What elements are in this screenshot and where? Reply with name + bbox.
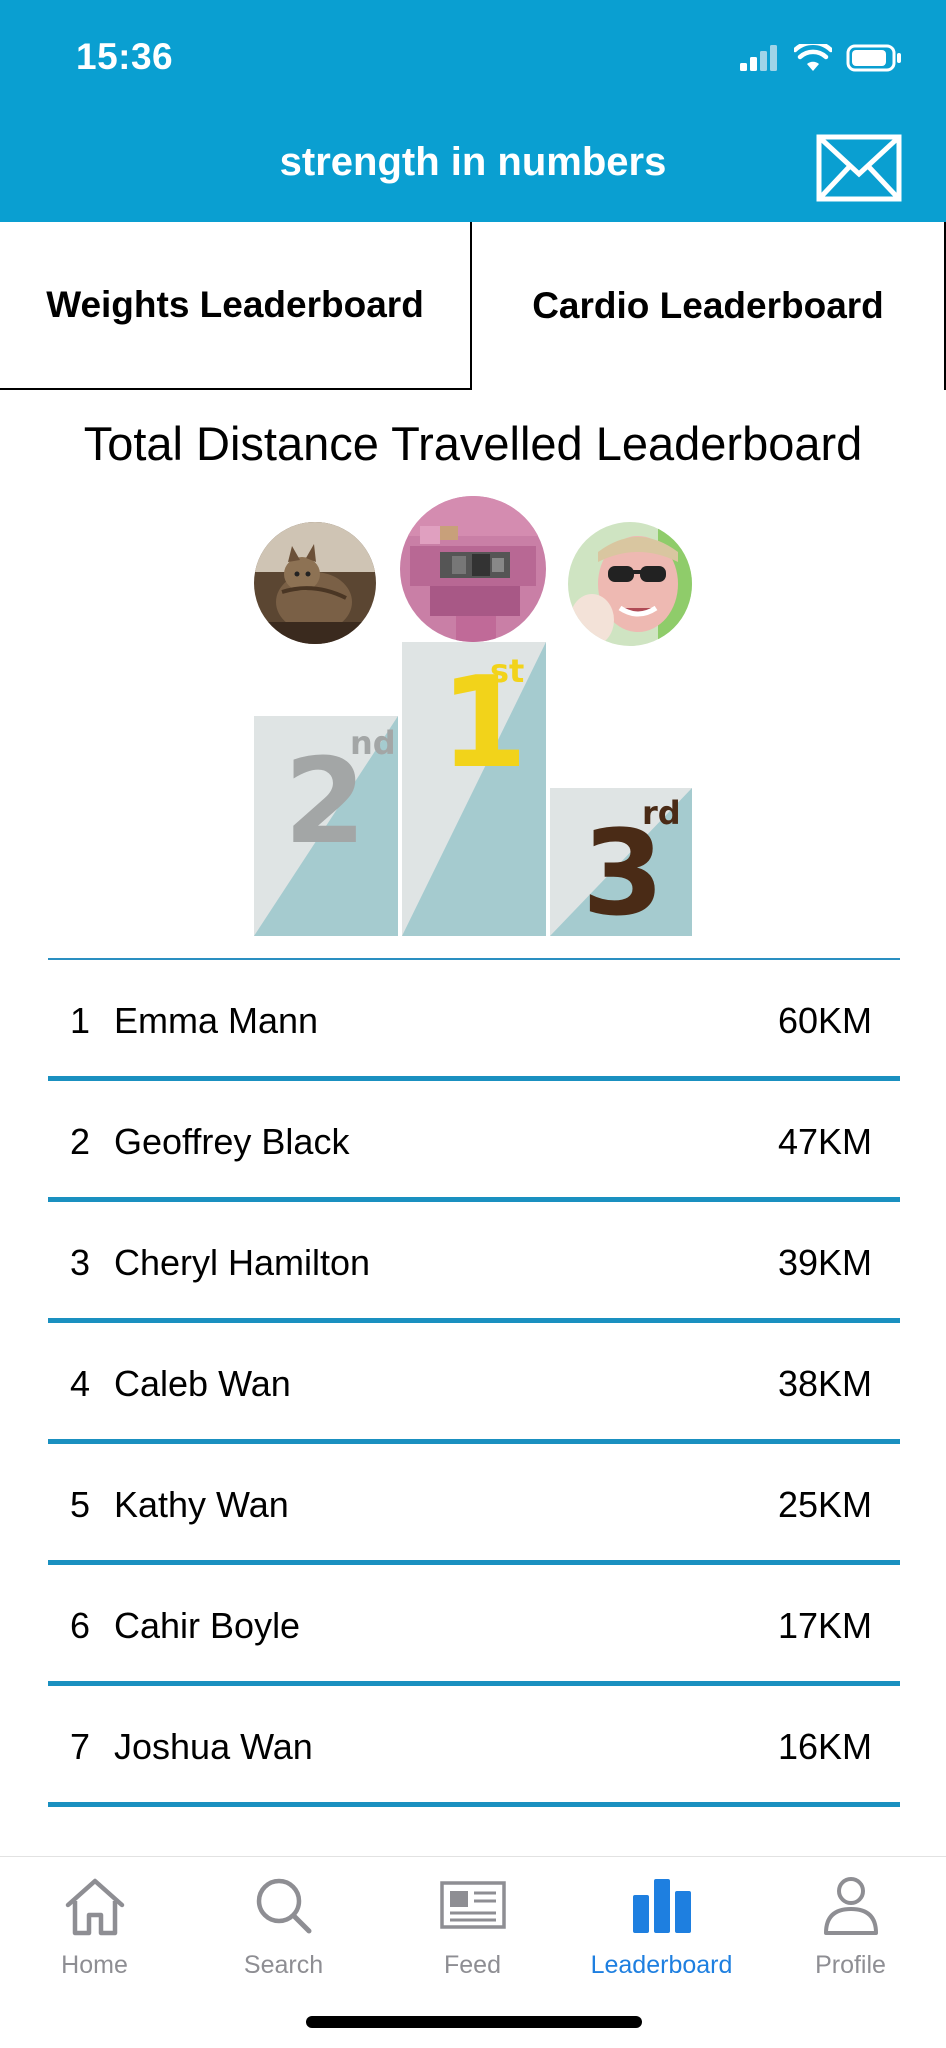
row-rank: 7 (70, 1726, 91, 1767)
leaderboard-row[interactable]: 3 Cheryl Hamilton 39KM (48, 1202, 900, 1323)
leaderboard-row[interactable]: 1 Emma Mann 60KM (48, 960, 900, 1081)
status-time: 15:36 (76, 36, 174, 77)
bar-chart-icon (632, 1879, 691, 1933)
wifi-icon (794, 44, 832, 71)
tab-weights-leaderboard[interactable]: Weights Leaderboard (0, 222, 472, 390)
row-name: Caleb Wan (114, 1363, 291, 1404)
podium-graphic: 2 nd 1 st 3 rd (254, 642, 692, 936)
nav-leaderboard[interactable]: Leaderboard (567, 1857, 756, 1997)
leaderboard-row[interactable]: 2 Geoffrey Black 47KM (48, 1081, 900, 1202)
row-name: Kathy Wan (114, 1484, 289, 1525)
nav-feed[interactable]: Feed (378, 1857, 567, 1997)
row-rank: 5 (70, 1484, 91, 1525)
leaderboard-row[interactable]: 5 Kathy Wan 25KM (48, 1444, 900, 1565)
home-indicator (306, 2016, 642, 2028)
nav-search[interactable]: Search (189, 1857, 378, 1997)
nav-search-label: Search (243, 1951, 324, 1979)
nav-leaderboard-label: Leaderboard (590, 1951, 733, 1979)
newspaper-icon (439, 1881, 506, 1929)
cat-photo (254, 522, 376, 644)
row-distance: 16KM (777, 1726, 872, 1767)
battery-icon (846, 44, 901, 72)
avatar-first-place[interactable] (400, 496, 546, 642)
tab-cardio-leaderboard[interactable]: Cardio Leaderboard (472, 222, 946, 390)
row-distance: 60KM (777, 1000, 872, 1041)
row-name: Cahir Boyle (114, 1605, 301, 1646)
home-icon (65, 1878, 124, 1936)
nav-profile-label: Profile (815, 1951, 886, 1979)
pixelated-photo (400, 496, 546, 642)
row-rank: 4 (70, 1363, 91, 1404)
leaderboard-title: Total Distance Travelled Leaderboard (83, 417, 863, 470)
ranking-list: 1 Emma Mann 60KM 2 Geoffrey Black 47KM 3… (48, 958, 900, 1807)
podium-second-block: 2 nd (254, 716, 398, 936)
nav-home[interactable]: Home (0, 1857, 189, 1997)
row-rank: 1 (70, 1000, 91, 1041)
status-icons (740, 44, 902, 72)
nav-home-label: Home (61, 1951, 128, 1979)
nav-feed-label: Feed (444, 1951, 501, 1979)
envelope-icon (816, 134, 902, 202)
app-title: strength in numbers (279, 140, 667, 184)
row-distance: 17KM (777, 1605, 872, 1646)
podium-third-suffix: rd (642, 794, 681, 832)
row-rank: 3 (70, 1242, 91, 1283)
avatar-second-place[interactable] (254, 522, 376, 644)
leaderboard-tabs: Weights Leaderboard Cardio Leaderboard (0, 222, 946, 390)
cellular-signal-icon (740, 45, 777, 71)
podium-second-suffix: nd (350, 724, 396, 762)
podium-first-block: 1 st (402, 642, 546, 936)
leaderboard-row[interactable]: 6 Cahir Boyle 17KM (48, 1565, 900, 1686)
podium-third-block: 3 rd (550, 788, 692, 936)
row-distance: 47KM (777, 1121, 872, 1162)
row-distance: 39KM (777, 1242, 872, 1283)
search-icon (256, 1878, 311, 1934)
row-distance: 25KM (777, 1484, 872, 1525)
person-icon (823, 1877, 878, 1935)
leaderboard-row[interactable]: 7 Joshua Wan 16KM (48, 1686, 900, 1807)
leaderboard-row[interactable]: 4 Caleb Wan 38KM (48, 1323, 900, 1444)
row-name: Cheryl Hamilton (114, 1242, 371, 1283)
avatar-third-place[interactable] (568, 522, 692, 646)
messages-button[interactable] (816, 134, 902, 202)
selfie-photo (568, 522, 692, 646)
row-rank: 6 (70, 1605, 91, 1646)
row-name: Joshua Wan (114, 1726, 313, 1767)
row-name: Geoffrey Black (114, 1121, 350, 1162)
row-rank: 2 (70, 1121, 91, 1162)
app-header: 15:36 strength in numbers (0, 0, 946, 222)
row-name: Emma Mann (114, 1000, 319, 1041)
podium-first-suffix: st (490, 652, 524, 690)
row-distance: 38KM (777, 1363, 872, 1404)
nav-profile[interactable]: Profile (756, 1857, 945, 1997)
